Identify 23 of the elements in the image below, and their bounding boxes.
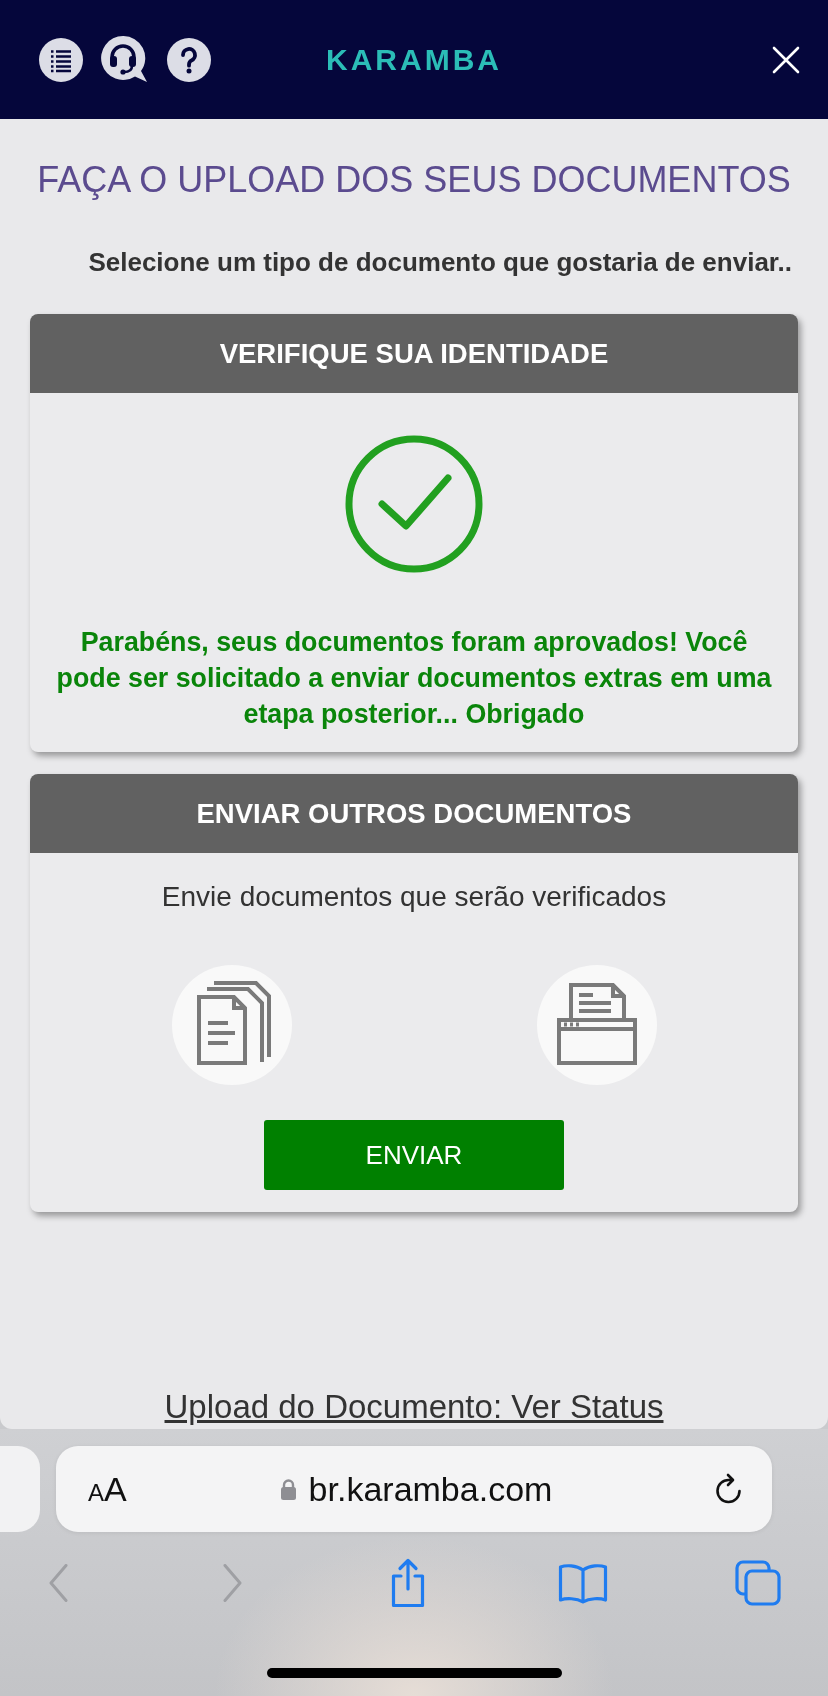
url-text: br.karamba.com bbox=[308, 1469, 553, 1509]
card-header: VERIFIQUE SUA IDENTIDADE bbox=[30, 314, 798, 393]
text-size-button[interactable]: AA bbox=[88, 1469, 127, 1509]
page-subtitle: Selecione um tipo de documento que gostaria de enviar.. bbox=[87, 247, 793, 277]
folder-icon[interactable] bbox=[536, 965, 657, 1085]
tabs-icon[interactable] bbox=[734, 1559, 782, 1607]
approval-message: Parabéns, seus documentos foram aprovados! Você pode ser solicitado a enviar documentos extras em uma etapa posterior... Obrigado bbox=[55, 626, 773, 731]
close-icon[interactable] bbox=[772, 45, 800, 74]
list-icon[interactable] bbox=[39, 37, 83, 82]
status-link[interactable]: Upload do Documento: Ver Status bbox=[164, 1388, 664, 1425]
card-description: Envie documentos que serão verificados bbox=[161, 880, 667, 914]
lock-icon bbox=[279, 1478, 297, 1500]
logo[interactable]: KARAMBA bbox=[326, 42, 502, 77]
page-title: FAÇA O UPLOAD DOS SEUS DOCUMENTOS bbox=[36, 158, 792, 202]
card-header: ENVIAR OUTROS DOCUMENTOS bbox=[30, 774, 798, 853]
send-button[interactable]: ENVIAR bbox=[264, 1120, 564, 1190]
check-circle-icon bbox=[344, 434, 484, 574]
headset-icon[interactable] bbox=[101, 35, 149, 84]
reload-icon[interactable] bbox=[714, 1473, 744, 1505]
address-bar[interactable]: AA br.karamba.com bbox=[56, 1446, 772, 1532]
book-icon[interactable] bbox=[558, 1562, 608, 1604]
documents-icon[interactable] bbox=[171, 965, 292, 1085]
help-icon[interactable] bbox=[167, 37, 211, 82]
